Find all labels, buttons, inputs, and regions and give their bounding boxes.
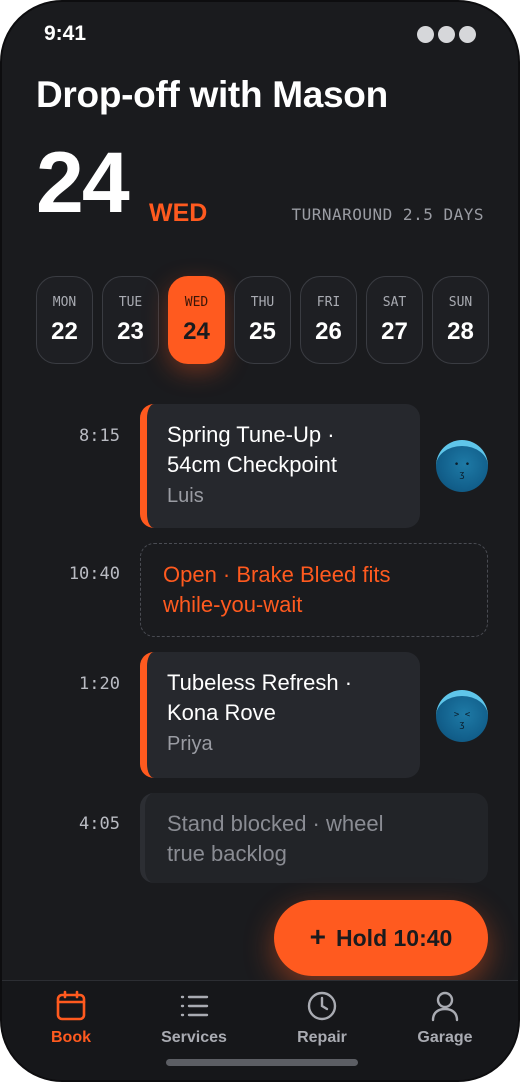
status-time: 9:41: [44, 22, 87, 45]
day-name: FRI: [316, 294, 341, 310]
list-icon: [180, 995, 209, 1017]
day-tue[interactable]: TUE 23: [102, 276, 159, 364]
selected-weekday: WED: [149, 199, 208, 227]
day-date: 25: [249, 317, 276, 345]
tab-label: Services: [161, 1029, 227, 1046]
plus-icon: +: [309, 920, 327, 952]
tab-repair[interactable]: Repair: [267, 989, 377, 1047]
day-date: 26: [315, 317, 342, 345]
day-name: WED: [184, 294, 209, 310]
slot-time: 8:15: [79, 426, 120, 446]
booking-title-line2: 54cm Checkpoint: [167, 452, 337, 477]
blocked-line2: true backlog: [167, 841, 287, 866]
day-date: 23: [117, 317, 144, 345]
open-slot[interactable]: Open · Brake Bleed fits while-you-wait: [140, 543, 488, 637]
tab-garage[interactable]: Garage: [390, 989, 500, 1047]
day-date: 24: [183, 317, 210, 345]
day-sun[interactable]: SUN 28: [432, 276, 489, 364]
avatar-face-icon: > < ʒ: [453, 710, 471, 730]
selected-day-number: 24: [36, 135, 130, 231]
booking-card[interactable]: Spring Tune-Up · 54cm Checkpoint Luis: [140, 404, 420, 528]
slot-time: 10:40: [68, 564, 120, 584]
open-slot-line1: Open · Brake Bleed fits: [163, 562, 391, 587]
booking-card[interactable]: Tubeless Refresh · Kona Rove Priya: [140, 652, 420, 778]
avatar-face-icon: • • ʒ: [453, 460, 471, 480]
day-wed[interactable]: WED 24: [168, 276, 225, 364]
slot-time: 4:05: [79, 814, 120, 834]
hold-slot-button[interactable]: + Hold 10:40: [274, 900, 488, 976]
user-icon: [431, 991, 459, 1022]
booking-title-line1: Spring Tune-Up ·: [167, 422, 335, 447]
tab-services[interactable]: Services: [139, 989, 249, 1047]
day-name: MON: [52, 294, 77, 310]
booking-title-line2: Kona Rove: [167, 700, 276, 725]
slot-time: 1:20: [79, 674, 120, 694]
more-icon[interactable]: [417, 26, 476, 43]
day-name: THU: [250, 294, 275, 310]
turnaround-label: TURNAROUND 2.5 DAYS: [291, 205, 484, 224]
day-date: 22: [51, 317, 78, 345]
mechanic-avatar[interactable]: > < ʒ: [436, 690, 488, 742]
calendar-icon: [56, 990, 86, 1021]
clock-icon: [307, 991, 337, 1021]
mechanic-avatar[interactable]: • • ʒ: [436, 440, 488, 492]
mechanic-name: Luis: [167, 485, 204, 507]
day-fri[interactable]: FRI 26: [300, 276, 357, 364]
open-slot-line2: while-you-wait: [163, 592, 303, 617]
page-title: Drop-off with Mason: [36, 74, 388, 115]
day-name: SAT: [382, 294, 407, 310]
tab-label: Repair: [297, 1029, 347, 1046]
blocked-line1: Stand blocked · wheel: [167, 811, 384, 836]
tab-bar: Book Services Repair Garage: [2, 980, 518, 1080]
day-name: SUN: [448, 294, 473, 310]
tab-label: Garage: [417, 1029, 473, 1046]
hold-slot-label: Hold 10:40: [336, 924, 453, 951]
day-name: TUE: [118, 294, 143, 310]
tab-book[interactable]: Book: [16, 989, 126, 1047]
home-indicator[interactable]: [166, 1059, 358, 1066]
booking-title-line1: Tubeless Refresh ·: [167, 670, 353, 695]
day-date: 28: [447, 317, 474, 345]
tab-label: Book: [51, 1029, 91, 1046]
day-thu[interactable]: THU 25: [234, 276, 291, 364]
day-date: 27: [381, 317, 408, 345]
phone-screen: 9:41 Drop-off with Mason 24 WED TURNAROU…: [0, 0, 520, 1082]
day-mon[interactable]: MON 22: [36, 276, 93, 364]
week-strip: MON 22 TUE 23 WED 24 THU 25 FRI 26 SAT 2…: [36, 276, 489, 364]
blocked-slot: Stand blocked · wheel true backlog: [140, 793, 488, 883]
day-sat[interactable]: SAT 27: [366, 276, 423, 364]
mechanic-name: Priya: [167, 733, 213, 755]
